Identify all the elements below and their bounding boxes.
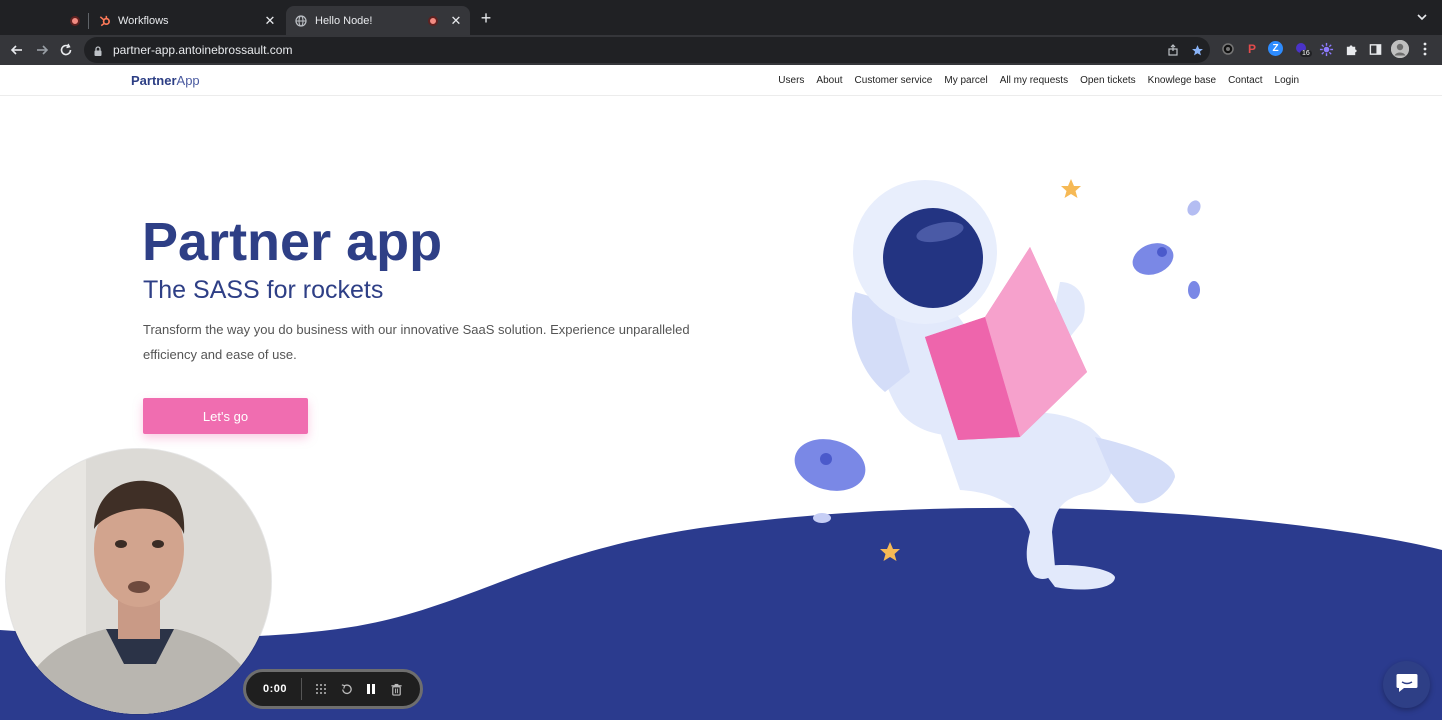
hero-title-light: app — [346, 212, 443, 272]
nav-all-my-requests[interactable]: All my requests — [1000, 75, 1068, 86]
astronaut-illustration — [794, 179, 1201, 590]
extension-sparkle-icon[interactable] — [1317, 40, 1335, 58]
extension-badge-count: 16 — [1300, 50, 1312, 57]
hero-subtitle: The SASS for rockets — [143, 276, 384, 304]
chevron-down-icon[interactable] — [1416, 10, 1430, 24]
drag-grip-icon[interactable] — [314, 682, 328, 696]
main-nav: Users About Customer service My parcel A… — [778, 75, 1299, 86]
chat-bubble-icon — [1395, 671, 1419, 698]
bookmark-star-icon[interactable] — [1189, 42, 1205, 58]
presenter-video-frame — [6, 449, 271, 714]
browser-toolbar: partner-app.antoinebrossault.com P Z 16 — [0, 35, 1442, 65]
browser-tabstrip: Workflows ✕ Hello Node! ✕ + — [0, 0, 1442, 35]
extensions-puzzle-icon[interactable] — [1342, 40, 1360, 58]
nav-open-tickets[interactable]: Open tickets — [1080, 75, 1136, 86]
recording-indicator-icon — [428, 15, 438, 26]
brand-bold: Partner — [131, 73, 177, 88]
nav-login[interactable]: Login — [1275, 75, 1299, 86]
kebab-menu-icon[interactable] — [1416, 40, 1434, 58]
recorder-divider — [301, 678, 303, 700]
extension-badge-icon[interactable]: 16 — [1292, 40, 1312, 58]
nav-knowledge-base[interactable]: Knowlege base — [1148, 75, 1216, 86]
pause-icon[interactable] — [364, 682, 378, 696]
tab-title: Hello Node! — [315, 14, 373, 27]
tab-workflows[interactable]: Workflows ✕ — [70, 6, 284, 35]
close-icon[interactable]: ✕ — [448, 13, 464, 29]
hubspot-icon — [97, 14, 111, 28]
lets-go-button[interactable]: Let's go — [143, 398, 308, 434]
url-text: partner-app.antoinebrossault.com — [113, 43, 293, 57]
hero-description: Transform the way you do business with o… — [143, 322, 690, 362]
back-arrow-icon[interactable] — [7, 40, 27, 60]
nav-my-parcel[interactable]: My parcel — [944, 75, 987, 86]
address-bar[interactable]: partner-app.antoinebrossault.com — [84, 37, 1210, 63]
reload-icon[interactable] — [56, 40, 76, 60]
globe-icon — [294, 14, 308, 28]
hero-title-bold: Partner — [142, 212, 332, 272]
restart-icon[interactable] — [339, 682, 353, 696]
site-header: PartnerApp Users About Customer service … — [0, 65, 1442, 96]
lock-icon — [92, 44, 104, 56]
nav-about[interactable]: About — [816, 75, 842, 86]
forward-arrow-icon[interactable] — [32, 40, 52, 60]
extension-p-icon[interactable]: P — [1243, 40, 1261, 58]
side-panel-icon[interactable] — [1366, 40, 1384, 58]
chat-widget-button[interactable] — [1383, 661, 1430, 708]
brand-logo[interactable]: PartnerApp — [131, 73, 200, 88]
brand-light: App — [176, 73, 200, 88]
tab-hello-node[interactable]: Hello Node! ✕ — [286, 6, 470, 35]
webcam-bubble[interactable] — [6, 449, 271, 714]
extension-gear-icon[interactable] — [1219, 40, 1237, 58]
new-tab-icon[interactable]: + — [477, 9, 495, 27]
hero-title: Partner app — [142, 210, 442, 274]
nav-customer-service[interactable]: Customer service — [855, 75, 933, 86]
recording-timer: 0:00 — [263, 683, 288, 695]
recording-indicator-icon — [70, 15, 80, 26]
extension-zoom-icon[interactable]: Z — [1268, 41, 1283, 56]
share-icon[interactable] — [1165, 42, 1181, 58]
tab-separator — [88, 12, 89, 29]
trash-icon[interactable] — [389, 682, 403, 696]
recording-control-bar: 0:00 — [243, 669, 423, 709]
nav-contact[interactable]: Contact — [1228, 75, 1262, 86]
profile-avatar[interactable] — [1391, 40, 1409, 58]
nav-users[interactable]: Users — [778, 75, 804, 86]
close-icon[interactable]: ✕ — [262, 13, 278, 29]
tab-title: Workflows — [118, 14, 169, 27]
